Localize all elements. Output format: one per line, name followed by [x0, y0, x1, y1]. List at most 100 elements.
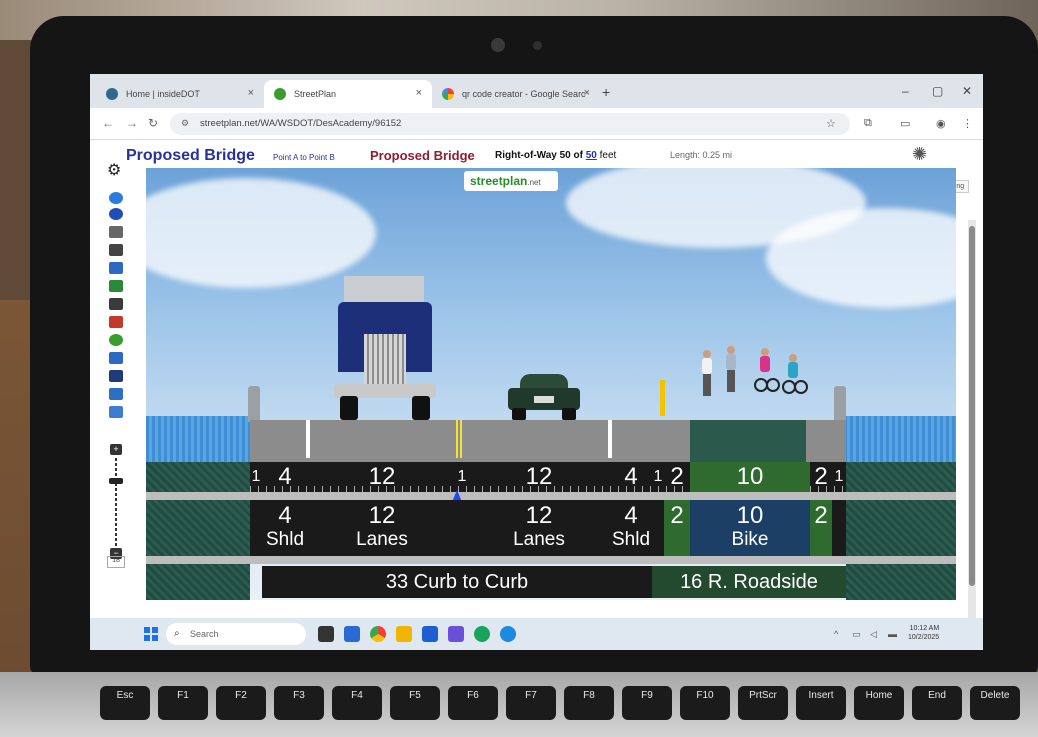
segment-bike[interactable]: 10 Bike [690, 500, 810, 556]
edge-icon[interactable] [500, 626, 516, 642]
back-button[interactable]: ← [102, 116, 114, 130]
new-tab-button[interactable]: + [602, 84, 610, 100]
search-icon: ⌕ [174, 628, 180, 639]
system-clock[interactable]: 10:12 AM 10/2/2025 [908, 624, 939, 642]
width-cell[interactable]: 4 [262, 462, 308, 492]
outlook-icon[interactable] [422, 626, 438, 642]
car[interactable] [508, 374, 580, 420]
profile-icon[interactable]: ◉ [936, 117, 946, 130]
chrome-icon[interactable] [370, 626, 386, 642]
segment-lanes-right[interactable]: 12 Lanes [468, 500, 610, 556]
play-icon[interactable] [109, 334, 123, 346]
key-delete: Delete [970, 686, 1020, 720]
key-esc: Esc [100, 686, 150, 720]
segment-lanes-left[interactable]: 12 Lanes [308, 500, 456, 556]
key-f9: F9 [622, 686, 672, 720]
width-cell[interactable]: 1 [652, 462, 664, 492]
widgets-icon[interactable] [344, 626, 360, 642]
torso [760, 356, 770, 372]
segment-width: 4 [278, 502, 292, 529]
menu-icon[interactable]: ⋮ [962, 117, 973, 130]
right-of-way-link[interactable]: 50 [586, 150, 597, 161]
forward-button[interactable]: → [126, 116, 138, 130]
laptop-screen: Home | insideDOT × StreetPlan × qr code … [90, 74, 983, 650]
segment-shoulder-left[interactable]: 4 Shld [262, 500, 308, 556]
battery-icon[interactable]: ▬ [888, 629, 897, 639]
width-cell[interactable]: 4 [610, 462, 652, 492]
section-title[interactable]: Proposed Bridge [370, 148, 475, 163]
image-icon[interactable] [109, 352, 123, 364]
task-view-icon[interactable] [318, 626, 334, 642]
section-icon[interactable] [109, 370, 123, 382]
width-cell[interactable]: 1 [456, 462, 468, 492]
width-cell[interactable]: 1 [832, 462, 846, 492]
vertical-scrollbar[interactable] [968, 220, 976, 620]
roadside-total[interactable]: 16 R. Roadside [652, 566, 846, 598]
segment-buffer-right[interactable]: 2 [810, 500, 832, 556]
add-icon[interactable] [109, 262, 123, 274]
file-explorer-icon[interactable] [396, 626, 412, 642]
network-icon[interactable]: ▭ [852, 629, 861, 640]
maximize-button[interactable]: ▢ [932, 84, 943, 98]
sidebar-icon[interactable]: ▭ [900, 117, 910, 130]
off-icon[interactable] [109, 316, 123, 328]
tray-chevron-icon[interactable]: ^ [834, 629, 838, 639]
minimize-button[interactable]: – [902, 84, 909, 98]
address-bar[interactable]: ⚙ streetplan.net/WA/WSDOT/DesAcademy/961… [170, 113, 850, 135]
help-icon[interactable] [109, 208, 123, 220]
ground-right [846, 462, 956, 600]
cloud [146, 178, 376, 288]
extensions-icon[interactable]: ⧉ [864, 117, 872, 130]
gear-icon[interactable]: ⚙ [107, 160, 121, 180]
close-icon[interactable]: × [416, 87, 422, 99]
scrollbar-thumb[interactable] [969, 226, 975, 586]
teams-icon[interactable] [448, 626, 464, 642]
zoom-in-button[interactable]: + [110, 444, 122, 455]
tab-label: Home | insideDOT [126, 89, 200, 99]
zoom-slider[interactable]: + − [109, 444, 123, 560]
tab-label: qr code creator - Google Searc [462, 89, 586, 99]
info-icon[interactable] [109, 192, 123, 204]
curb-to-curb-total[interactable]: 33 Curb to Curb [262, 566, 652, 598]
site-info-icon[interactable]: ⚙ [181, 118, 189, 129]
segment-buffer-left[interactable]: 2 [664, 500, 690, 556]
street-section-canvas[interactable]: streetplan.net 1 4 12 1 12 4 1 2 10 2 1 … [146, 168, 956, 600]
project-title[interactable]: Proposed Bridge [126, 147, 255, 165]
windows-start-icon[interactable] [144, 627, 158, 641]
volume-icon[interactable]: ◁ [870, 629, 877, 640]
app-icon[interactable] [474, 626, 490, 642]
close-icon[interactable]: × [584, 87, 590, 99]
width-cell[interactable]: 12 [468, 462, 610, 492]
view-icon[interactable] [109, 388, 123, 400]
width-cell[interactable]: 2 [810, 462, 832, 492]
truck[interactable] [334, 276, 436, 420]
width-cell[interactable]: 1 [250, 462, 262, 492]
print-icon[interactable] [109, 226, 123, 238]
truck-wheel [340, 396, 358, 420]
tab-streetplan[interactable]: StreetPlan × [264, 80, 432, 108]
close-icon[interactable]: × [248, 87, 254, 99]
car-plate [534, 396, 554, 403]
clock-time: 10:12 AM [909, 625, 940, 632]
bookmark-star-icon[interactable]: ☆ [826, 117, 836, 130]
segment-shoulder-right[interactable]: 4 Shld [610, 500, 652, 556]
head [761, 348, 769, 356]
width-cell[interactable]: 12 [308, 462, 456, 492]
layer-icon[interactable] [109, 298, 123, 310]
key-f5: F5 [390, 686, 440, 720]
left-barrier [248, 386, 260, 422]
plan-icon[interactable] [109, 406, 123, 418]
width-cell[interactable]: 2 [664, 462, 690, 492]
share-icon[interactable] [109, 244, 123, 256]
ft-icon[interactable] [109, 280, 123, 292]
segment-width: 2 [814, 502, 828, 529]
right-of-way-label: Right-of-Way 50 of [495, 150, 583, 161]
width-cell[interactable]: 10 [690, 462, 810, 492]
tab-google-search[interactable]: qr code creator - Google Searc × [432, 80, 600, 108]
reload-button[interactable]: ↻ [148, 116, 158, 130]
taskbar-search[interactable]: ⌕ Search [166, 623, 306, 645]
tab-home-insidedot[interactable]: Home | insideDOT × [96, 80, 264, 108]
left-toolbar: ⚙ + − 18 [106, 162, 128, 568]
zoom-thumb[interactable] [109, 478, 123, 484]
close-window-button[interactable]: ✕ [962, 84, 972, 98]
